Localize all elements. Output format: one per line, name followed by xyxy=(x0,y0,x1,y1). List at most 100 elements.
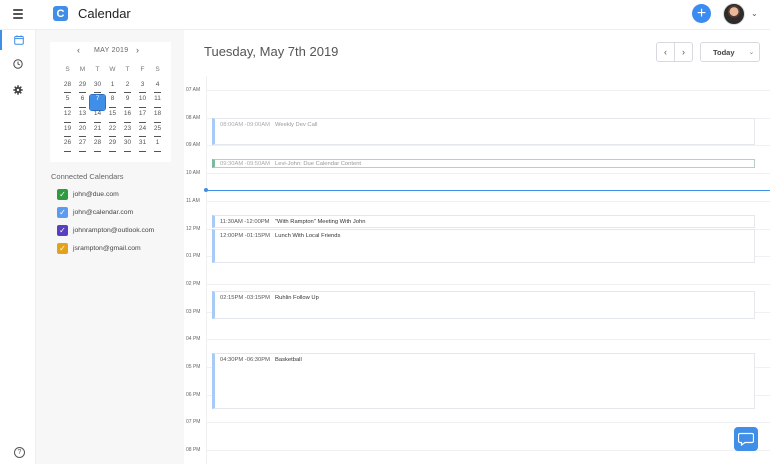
mini-calendar-day[interactable]: 9 xyxy=(120,95,135,110)
mini-calendar-day[interactable]: 29 xyxy=(75,81,90,96)
event-title: Ruhlin Follow Up xyxy=(275,294,319,301)
hour-gridline xyxy=(206,450,770,452)
mini-calendar-day[interactable]: 2 xyxy=(120,81,135,96)
calendar-account-label: john@due.com xyxy=(73,190,119,198)
calendar-nav-button[interactable] xyxy=(0,30,36,50)
add-event-button[interactable]: + xyxy=(692,4,711,23)
hour-label: 02 PM xyxy=(186,280,201,287)
prev-day-button[interactable]: ‹ xyxy=(657,43,674,61)
event-block[interactable]: 02:15PM -03:15PM Ruhlin Follow Up xyxy=(212,290,755,319)
app-header: C Calendar + ⌄ xyxy=(0,0,770,30)
event-title: Basketball xyxy=(275,357,302,364)
mini-calendar-day[interactable]: 8 xyxy=(105,95,120,110)
calendar-account-label: johnrampton@outlook.com xyxy=(73,226,155,234)
weekday-label: W xyxy=(109,66,116,73)
event-block[interactable]: 04:30PM -06:30PM Basketball xyxy=(212,353,755,409)
connected-calendar-item[interactable]: ✓ john@due.com xyxy=(57,188,119,200)
mini-calendar-day[interactable]: 31 xyxy=(135,139,150,154)
hour-label: 01 PM xyxy=(186,253,201,260)
weekday-label: S xyxy=(155,66,160,73)
hour-label: 11 AM xyxy=(186,197,200,204)
today-label: Today xyxy=(713,47,735,57)
event-time: 12:00PM -01:15PM xyxy=(220,232,270,239)
event-title: Weekly Dev Call xyxy=(275,121,318,128)
mini-calendar-day[interactable]: 5 xyxy=(60,95,75,110)
weekday-label: T xyxy=(95,66,100,73)
event-block[interactable]: 11:30AM -12:00PM "With Rampton" Meeting W… xyxy=(212,214,755,229)
mini-calendar-day[interactable]: 1 xyxy=(150,139,165,154)
hour-label: 03 PM xyxy=(186,308,201,315)
menu-icon[interactable] xyxy=(13,9,23,19)
mini-calendar-day[interactable]: 24 xyxy=(135,125,150,140)
calendar-icon xyxy=(14,35,24,45)
mini-calendar-day[interactable]: 7 xyxy=(89,94,106,112)
mini-calendar-day[interactable]: 19 xyxy=(60,125,75,140)
mini-calendar-day[interactable]: 29 xyxy=(105,139,120,154)
hour-gridline xyxy=(206,90,770,91)
mini-calendar-day[interactable]: 26 xyxy=(60,139,75,154)
mini-calendar-day[interactable]: 15 xyxy=(105,110,120,125)
history-nav-button[interactable] xyxy=(0,54,36,74)
mini-calendar-day[interactable]: 12 xyxy=(60,110,75,125)
event-block[interactable]: 12:00PM -01:15PM Lunch With Local Friends xyxy=(212,228,755,264)
connected-calendar-item[interactable]: ✓ jsrampton@gmail.com xyxy=(57,242,141,254)
mini-calendar-day[interactable]: 6 xyxy=(75,95,90,110)
mini-calendar-day[interactable]: 21 xyxy=(90,125,105,140)
app-logo: C xyxy=(53,6,68,21)
event-block[interactable]: 08:00AM -09:00AM Weekly Dev Call xyxy=(212,117,755,146)
calendar-checkbox[interactable]: ✓ xyxy=(57,188,68,200)
clock-icon xyxy=(13,59,23,69)
event-block[interactable]: 09:30AM -09:50AM Levi-John: Due Calendar … xyxy=(212,159,755,169)
mini-next-month-button[interactable]: › xyxy=(136,45,139,55)
hour-gridline xyxy=(206,283,770,285)
mini-calendar-day[interactable]: 10 xyxy=(135,95,150,110)
calendar-checkbox[interactable]: ✓ xyxy=(57,224,68,236)
connected-calendar-item[interactable]: ✓ john@calendar.com xyxy=(57,206,133,218)
mini-calendar-day[interactable]: 16 xyxy=(120,110,135,125)
mini-calendar-day[interactable]: 1 xyxy=(105,81,120,96)
nav-rail xyxy=(0,30,36,464)
mini-calendar-day[interactable]: 17 xyxy=(135,110,150,125)
calendar-checkbox[interactable]: ✓ xyxy=(57,242,68,254)
mini-calendar-day[interactable]: 13 xyxy=(75,110,90,125)
mini-calendar-day[interactable]: 11 xyxy=(150,95,165,110)
weekday-label: T xyxy=(125,66,130,73)
event-title: "With Rampton" Meeting With John xyxy=(275,218,366,225)
calendar-checkbox[interactable]: ✓ xyxy=(57,206,68,218)
date-nav: ‹ › xyxy=(656,42,693,62)
chat-button[interactable] xyxy=(734,427,758,451)
mini-calendar-day[interactable]: 4 xyxy=(150,81,165,96)
mini-calendar-day[interactable]: 28 xyxy=(90,139,105,154)
mini-prev-month-button[interactable]: ‹ xyxy=(77,45,80,55)
event-time: 04:30PM -06:30PM xyxy=(220,357,270,364)
next-day-button[interactable]: › xyxy=(674,43,692,61)
day-view: Tuesday, May 7th 2019 ‹ › Today ⌄ 07 AM 0… xyxy=(184,30,770,464)
help-icon[interactable]: ? xyxy=(14,447,25,458)
hour-label: 08 PM xyxy=(186,447,201,454)
mini-calendar-day[interactable]: 20 xyxy=(75,125,90,140)
mini-calendar-day[interactable]: 23 xyxy=(120,125,135,140)
weekday-label: S xyxy=(65,66,70,73)
mini-calendar-month: MAY 2019 xyxy=(94,47,129,54)
mini-calendar-day[interactable]: 14 xyxy=(90,110,105,125)
calendar-account-label: jsrampton@gmail.com xyxy=(73,244,141,252)
chevron-down-icon[interactable]: ⌄ xyxy=(751,9,758,18)
mini-calendar-day[interactable]: 25 xyxy=(150,125,165,140)
chevron-down-icon[interactable]: ⌄ xyxy=(749,48,755,56)
mini-calendar-day[interactable]: 30 xyxy=(90,81,105,96)
today-button[interactable]: Today ⌄ xyxy=(700,42,760,62)
mini-calendar-day[interactable]: 27 xyxy=(75,139,90,154)
mini-calendar-day[interactable]: 30 xyxy=(120,139,135,154)
sidebar: ‹ MAY 2019 › S M T W T F S 28 29 30 1 2 3 4 5 6 7 8 9 10 11 1… xyxy=(14,30,184,464)
mini-calendar-day[interactable]: 3 xyxy=(135,81,150,96)
mini-calendar-day[interactable]: 28 xyxy=(60,81,75,96)
mini-calendar-day[interactable]: 22 xyxy=(105,125,120,140)
hour-label: 10 AM xyxy=(186,170,201,177)
hour-label: 07 PM xyxy=(186,419,201,426)
connected-calendar-item[interactable]: ✓ johnrampton@outlook.com xyxy=(57,224,154,236)
settings-nav-button[interactable] xyxy=(0,80,36,100)
mini-calendar-day[interactable]: 18 xyxy=(150,110,165,125)
page-title: Tuesday, May 7th 2019 xyxy=(204,44,339,59)
avatar[interactable] xyxy=(723,3,745,25)
hour-gridline xyxy=(206,200,770,202)
